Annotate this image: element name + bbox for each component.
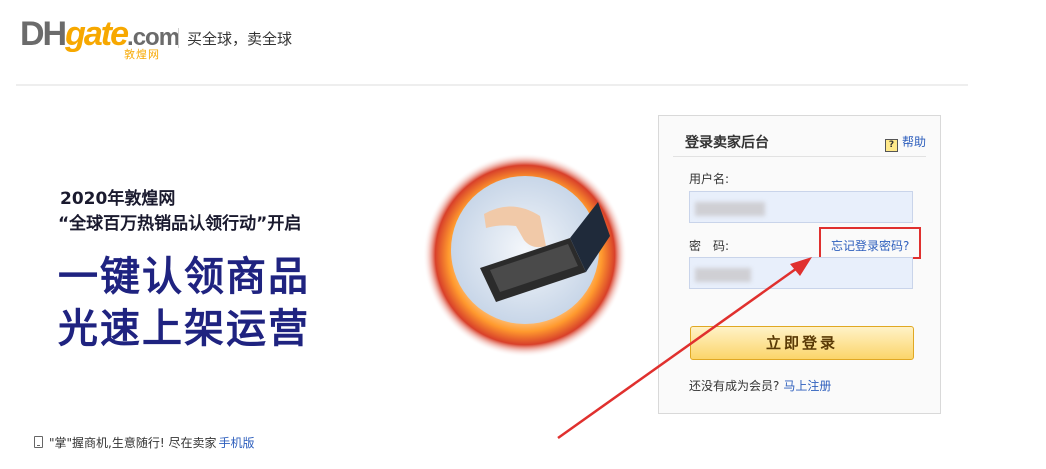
header-bottom-line: [16, 84, 968, 86]
question-mark-icon: ?: [884, 139, 898, 152]
help-link[interactable]: ? 帮助: [884, 133, 926, 152]
mobile-tip-text: "掌"握商机,生意随行! 尽在卖家: [49, 436, 217, 450]
logo-chinese-name: 敦煌网: [124, 48, 160, 61]
banner-slogan-claim: 一键认领商品: [58, 254, 310, 300]
help-label: 帮助: [901, 135, 926, 149]
banner-headline-year: 2020年敦煌网: [60, 189, 176, 209]
header-divider: [178, 28, 179, 48]
page-header: DHgate.com 敦煌网 买全球，卖全球: [0, 0, 1046, 88]
seller-login-panel: 登录卖家后台 ? 帮助 用户名: 密 码: 忘记登录密码? 立即登录 还没有成为会…: [658, 115, 941, 414]
header-slogan: 买全球，卖全球: [187, 30, 293, 48]
login-submit-button[interactable]: 立即登录: [690, 326, 914, 360]
username-redacted: [695, 202, 765, 216]
mobile-app-tip: "掌"握商机,生意随行! 尽在卖家 手机版: [34, 434, 255, 451]
mobile-version-link[interactable]: 手机版: [218, 436, 254, 450]
username-label: 用户名:: [689, 172, 730, 186]
phone-icon: [34, 436, 43, 448]
forgot-password-link[interactable]: 忘记登录密码?: [831, 237, 909, 254]
password-label: 密 码:: [689, 239, 730, 253]
password-redacted: [695, 268, 751, 282]
banner-headline-campaign: “全球百万热销品认领行动”开启: [58, 214, 302, 234]
promo-banner: 2020年敦煌网 “全球百万热销品认领行动”开启 一键认领商品 光速上架运营: [20, 110, 627, 430]
banner-slogan-launch: 光速上架运营: [58, 306, 310, 352]
register-link[interactable]: 马上注册: [783, 379, 831, 393]
register-prompt: 还没有成为会员?: [689, 379, 780, 393]
logo-dh: DH: [20, 15, 67, 53]
register-row: 还没有成为会员? 马上注册: [689, 377, 831, 394]
title-divider: [673, 156, 926, 157]
logo-gate: gate: [65, 15, 129, 53]
login-title: 登录卖家后台: [685, 135, 769, 151]
laptop-swirl-illustration: [423, 153, 627, 357]
